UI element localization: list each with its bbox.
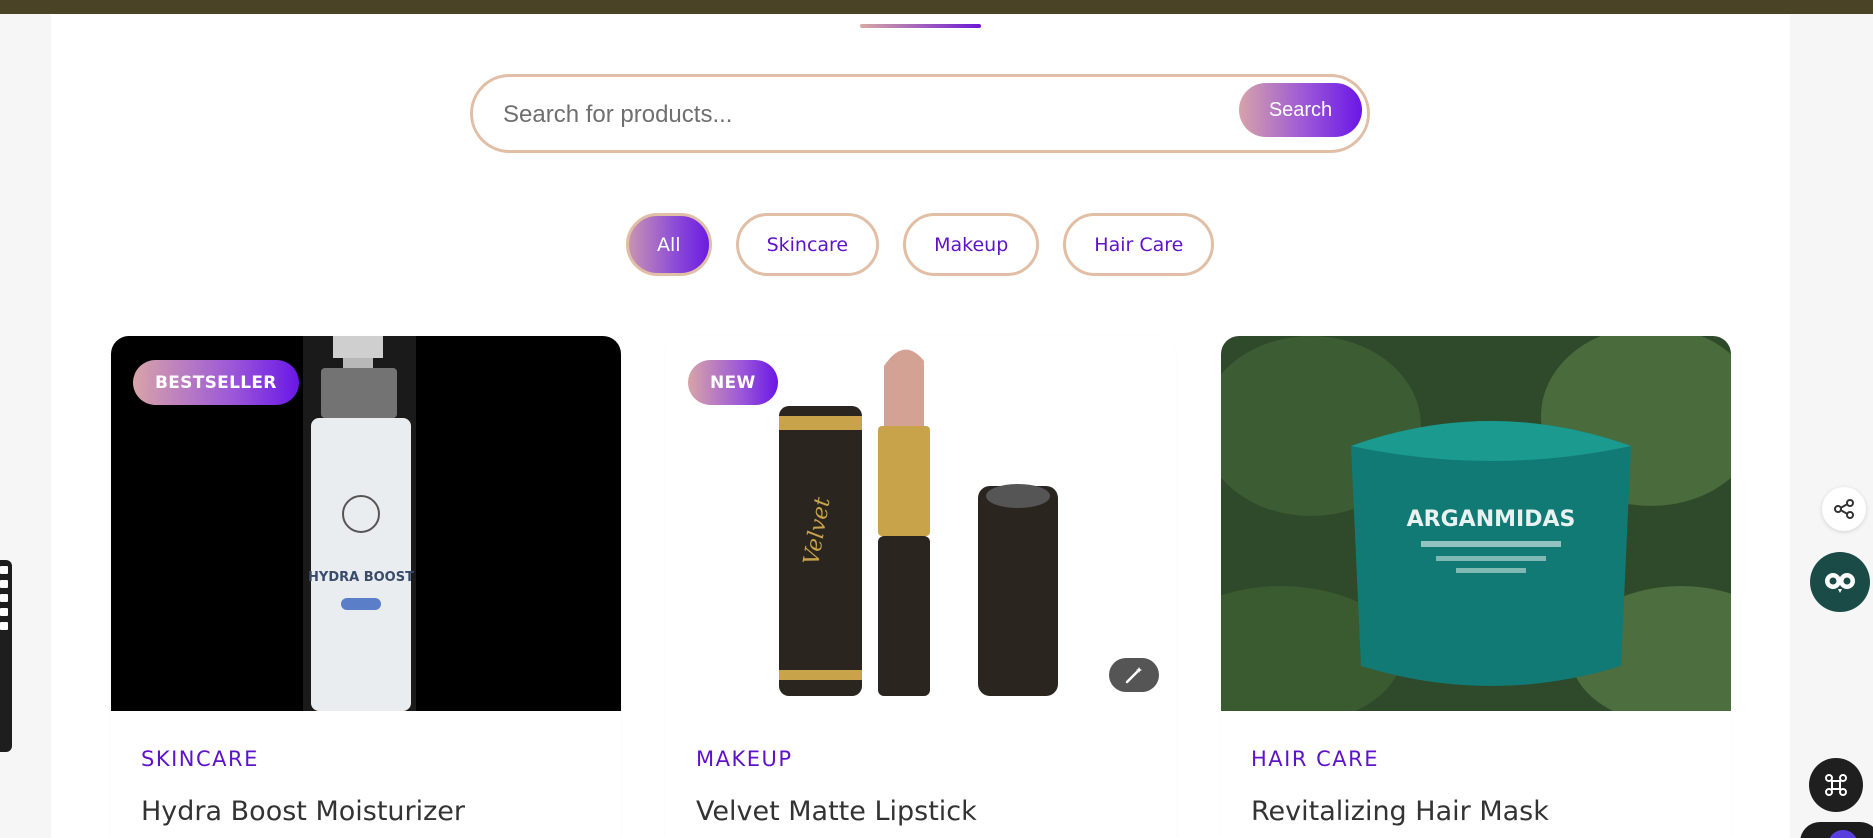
product-title[interactable]: Velvet Matte Lipstick [696, 796, 977, 827]
new-badge: NEW [688, 360, 778, 405]
share-icon [1834, 499, 1854, 519]
toolbar-handle-icon[interactable] [0, 566, 8, 574]
corner-widget-dot [1828, 830, 1858, 838]
bestseller-badge: BESTSELLER [133, 360, 299, 405]
command-icon [1825, 774, 1847, 796]
product-category: SKINCARE [141, 747, 259, 771]
toolbar-clipboard-icon[interactable] [0, 608, 8, 616]
category-filters: All Skincare Makeup Hair Care [626, 213, 1215, 276]
product-title[interactable]: Hydra Boost Moisturizer [141, 796, 465, 827]
bottle-label-text: HYDRA BOOST [308, 570, 414, 585]
magic-wand-button[interactable] [1109, 658, 1159, 692]
magic-wand-icon [1125, 667, 1142, 684]
left-floating-toolbar[interactable] [0, 560, 12, 752]
toolbar-settings-icon[interactable] [0, 622, 8, 630]
hair-mask-jar-image: ARGANMIDAS [1221, 336, 1731, 711]
toolbar-arrow-icon[interactable] [0, 594, 8, 602]
owl-assistant-button[interactable] [1810, 552, 1870, 612]
product-category: MAKEUP [696, 747, 793, 771]
product-category: HAIR CARE [1251, 747, 1380, 771]
filter-skincare[interactable]: Skincare [735, 213, 880, 276]
corner-widget-button[interactable] [1800, 822, 1873, 838]
product-image: ARGANMIDAS [1221, 336, 1731, 711]
owl-assistant-icon [1825, 573, 1855, 593]
filter-hair-care[interactable]: Hair Care [1063, 213, 1215, 276]
product-card[interactable]: HYDRA BOOST BESTSELLER SKINCARE Hydra Bo… [111, 336, 621, 838]
product-card[interactable]: ARGANMIDAS HAIR CARE Revitalizing Hair M… [1221, 336, 1731, 838]
product-title[interactable]: Revitalizing Hair Mask [1251, 796, 1549, 827]
search-input[interactable] [503, 95, 1203, 135]
toolbar-square-icon[interactable] [0, 580, 8, 588]
filter-all[interactable]: All [626, 213, 712, 276]
filter-makeup[interactable]: Makeup [903, 213, 1040, 276]
search-button[interactable]: Search [1239, 83, 1362, 137]
top-header-strip [0, 0, 1873, 14]
product-card[interactable]: Velvet NEW MAKEUP Velvet Matte Lipstick [666, 336, 1176, 838]
jar-brand-text: ARGANMIDAS [1407, 507, 1576, 532]
section-title-underline [860, 24, 981, 28]
apps-button[interactable] [1809, 758, 1863, 812]
share-button[interactable] [1822, 487, 1866, 531]
search-bar: Search [470, 74, 1370, 153]
